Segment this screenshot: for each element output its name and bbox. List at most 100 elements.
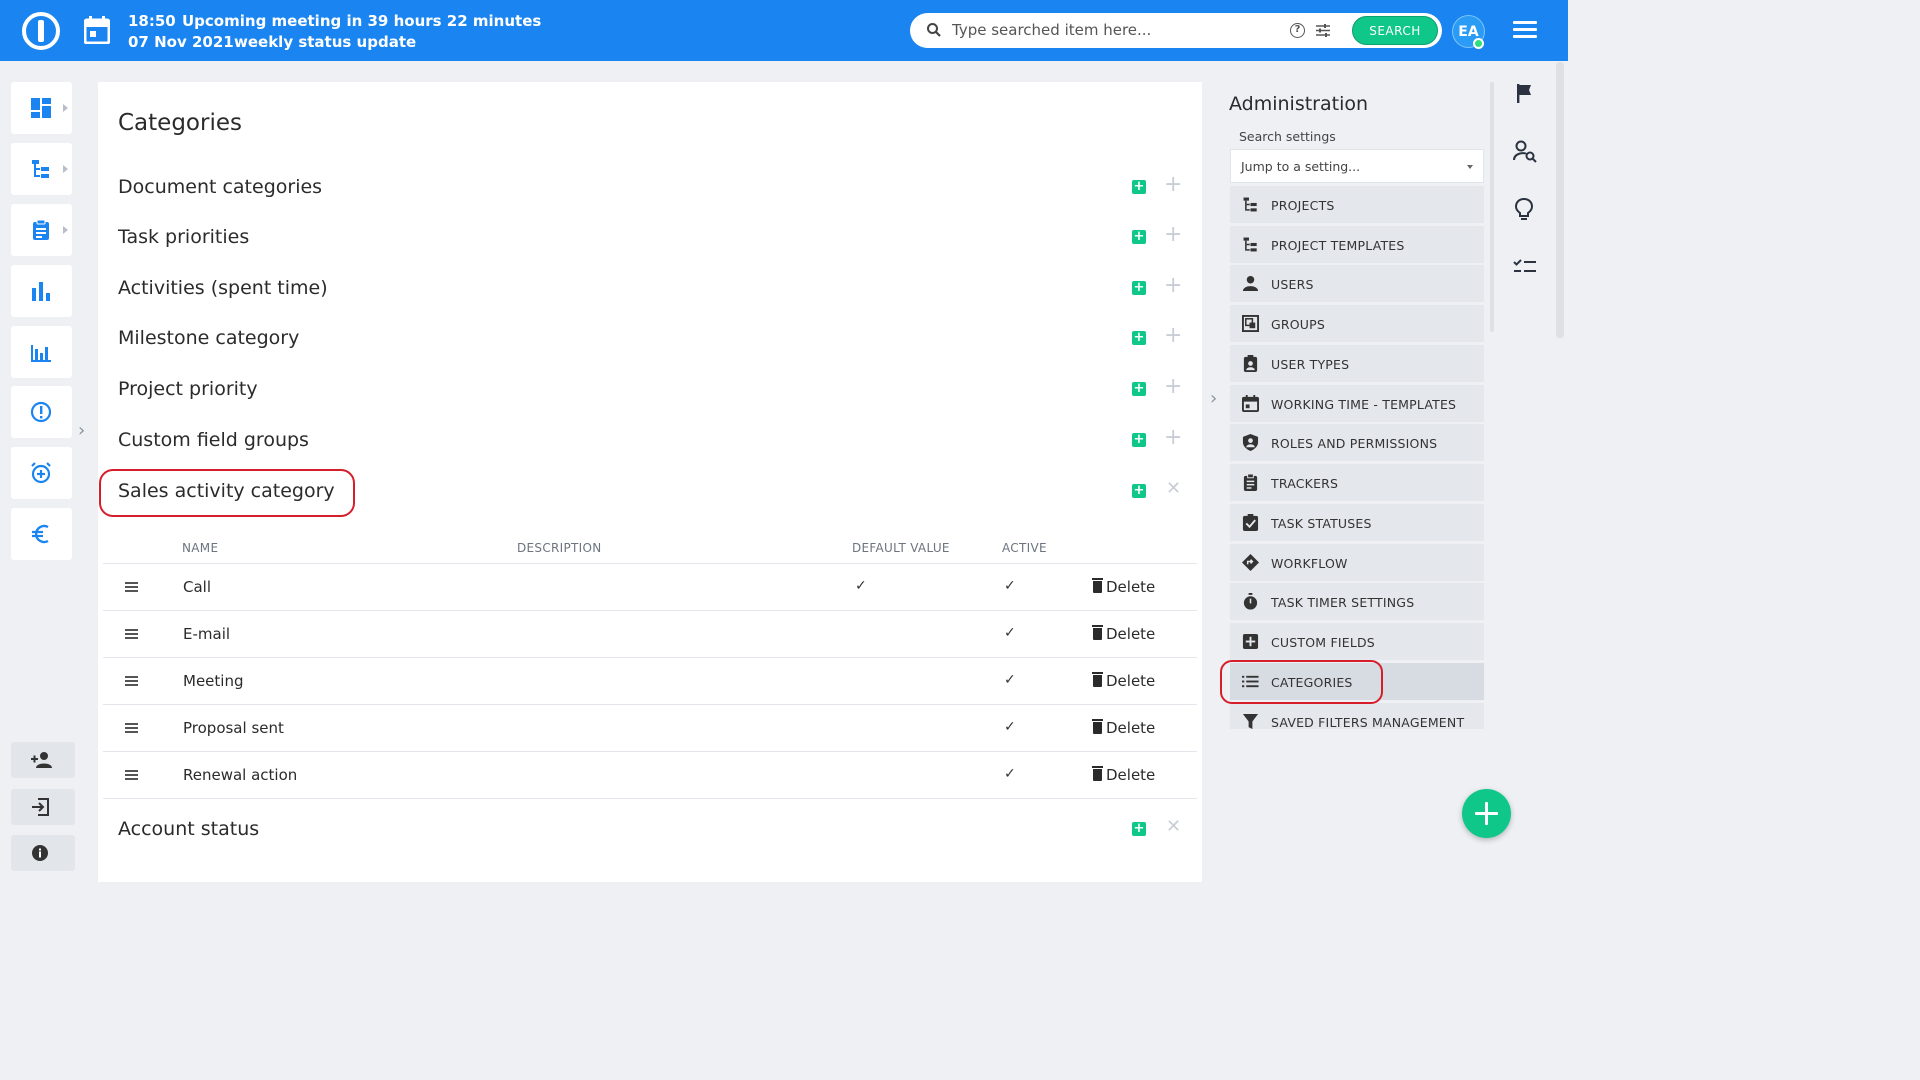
sidebar-reports[interactable]	[11, 326, 72, 378]
admin-panel-toggle-icon[interactable]: ›	[1210, 388, 1217, 409]
drag-handle-icon[interactable]	[125, 582, 138, 592]
admin-item-project-templates[interactable]: PROJECT TEMPLATES	[1230, 226, 1484, 263]
admin-item-custom-fields[interactable]: CUSTOM FIELDS	[1230, 623, 1484, 660]
category-activities: Activities (spent time) + +	[118, 269, 1184, 309]
search-button[interactable]: SEARCH	[1352, 16, 1438, 45]
category-label[interactable]: Activities (spent time)	[118, 277, 328, 299]
add-value-icon[interactable]: +	[1132, 180, 1146, 194]
sidebar-finance[interactable]	[11, 508, 72, 560]
add-value-icon[interactable]: +	[1132, 230, 1146, 244]
admin-item-user-types[interactable]: USER TYPES	[1230, 345, 1484, 382]
admin-item-groups[interactable]: GROUPS	[1230, 305, 1484, 342]
main-menu-icon[interactable]	[1513, 21, 1537, 39]
calendar-icon[interactable]	[84, 16, 110, 44]
sidebar-toggle-icon[interactable]: ›	[78, 420, 85, 441]
expand-plus-icon[interactable]: +	[1164, 425, 1182, 450]
table-header-cut	[103, 875, 1197, 882]
user-badge-icon	[1243, 355, 1258, 372]
drag-handle-icon[interactable]	[125, 629, 138, 639]
meeting-name[interactable]: weekly status update	[234, 33, 416, 51]
active-check-icon: ✓	[1004, 625, 1016, 641]
search-input[interactable]	[952, 19, 1272, 41]
delete-button[interactable]: Delete	[1092, 719, 1155, 737]
help-icon[interactable]: ?	[1290, 23, 1305, 38]
tasks-icon	[33, 219, 49, 240]
category-label[interactable]: Document categories	[118, 176, 322, 198]
invite-user-button[interactable]	[11, 742, 75, 778]
admin-item-users[interactable]: USERS	[1230, 265, 1484, 302]
expand-plus-icon[interactable]: +	[1164, 273, 1182, 298]
sidebar-projects[interactable]	[11, 143, 72, 195]
value-name[interactable]: Meeting	[183, 672, 243, 690]
expand-plus-icon[interactable]: +	[1164, 172, 1182, 197]
add-value-icon[interactable]: +	[1132, 382, 1146, 396]
annotation-highlight	[99, 469, 355, 517]
category-label[interactable]: Task priorities	[118, 226, 249, 248]
expand-plus-icon[interactable]: +	[1164, 222, 1182, 247]
trash-icon	[1092, 672, 1103, 687]
admin-item-working-time[interactable]: WORKING TIME - TEMPLATES	[1230, 385, 1484, 422]
add-value-icon[interactable]: +	[1132, 281, 1146, 295]
collapse-close-icon[interactable]: ✕	[1166, 816, 1181, 837]
admin-item-workflow[interactable]: WORKFLOW	[1230, 544, 1484, 581]
category-label[interactable]: Account status	[118, 818, 259, 840]
admin-item-saved-filters[interactable]: SAVED FILTERS MANAGEMENT	[1230, 703, 1484, 729]
user-search-icon[interactable]	[1513, 140, 1537, 164]
value-name[interactable]: Renewal action	[183, 766, 297, 784]
admin-item-roles-permissions[interactable]: ROLES AND PERMISSIONS	[1230, 424, 1484, 461]
add-value-icon[interactable]: +	[1132, 331, 1146, 345]
admin-item-task-statuses[interactable]: TASK STATUSES	[1230, 504, 1484, 541]
admin-item-projects[interactable]: PROJECTS	[1230, 186, 1484, 223]
expand-plus-icon[interactable]: +	[1164, 374, 1182, 399]
admin-title: Administration	[1229, 93, 1369, 115]
sidebar-alerts[interactable]	[11, 386, 72, 438]
search-settings-label: Search settings	[1239, 129, 1336, 144]
value-name[interactable]: Proposal sent	[183, 719, 284, 737]
filter-settings-icon[interactable]	[1315, 23, 1331, 38]
category-label[interactable]: Custom field groups	[118, 429, 309, 451]
table-row: Proposal sent ✓ Delete	[103, 705, 1197, 752]
expand-arrow-icon	[63, 104, 68, 112]
delete-button[interactable]: Delete	[1092, 766, 1155, 784]
category-label[interactable]: Milestone category	[118, 327, 299, 349]
collapse-close-icon[interactable]: ✕	[1166, 478, 1181, 499]
quick-add-button[interactable]	[1462, 789, 1511, 838]
value-name[interactable]: E-mail	[183, 625, 230, 643]
value-name[interactable]: Call	[183, 578, 211, 596]
page-scrollbar[interactable]	[1556, 62, 1564, 338]
app-logo-icon[interactable]	[22, 12, 60, 50]
project-tree-icon	[1243, 237, 1257, 252]
sidebar-tasks[interactable]	[11, 204, 72, 256]
info-icon	[32, 845, 48, 861]
info-button[interactable]	[11, 835, 75, 871]
table-row: Meeting ✓ Delete	[103, 658, 1197, 705]
default-check-icon: ✓	[855, 578, 867, 594]
checklist-icon[interactable]	[1513, 258, 1537, 280]
expand-plus-icon[interactable]: +	[1164, 323, 1182, 348]
admin-item-trackers[interactable]: TRACKERS	[1230, 464, 1484, 501]
logout-button[interactable]	[11, 789, 75, 825]
drag-handle-icon[interactable]	[125, 676, 138, 686]
drag-handle-icon[interactable]	[125, 723, 138, 733]
online-status-dot	[1473, 38, 1484, 49]
admin-scrollbar[interactable]	[1490, 82, 1494, 332]
flag-icon[interactable]	[1513, 82, 1535, 104]
delete-button[interactable]: Delete	[1092, 578, 1155, 596]
category-label[interactable]: Project priority	[118, 378, 258, 400]
add-value-icon[interactable]: +	[1132, 433, 1146, 447]
add-value-icon[interactable]: +	[1132, 484, 1146, 498]
trash-icon	[1092, 625, 1103, 640]
sidebar-statistics[interactable]	[11, 265, 72, 317]
upcoming-meeting-link[interactable]: Upcoming meeting in 39 hours 22 minutes	[182, 12, 541, 30]
delete-button[interactable]: Delete	[1092, 672, 1155, 690]
drag-handle-icon[interactable]	[125, 770, 138, 780]
sidebar-dashboard[interactable]	[11, 82, 72, 134]
delete-button[interactable]: Delete	[1092, 625, 1155, 643]
admin-item-task-timer[interactable]: TASK TIMER SETTINGS	[1230, 583, 1484, 620]
add-value-icon[interactable]: +	[1132, 822, 1146, 836]
jump-to-setting-select[interactable]: Jump to a setting...	[1230, 149, 1484, 183]
lightbulb-icon[interactable]	[1513, 197, 1535, 221]
sidebar-reminders[interactable]	[11, 447, 72, 499]
trash-icon	[1092, 719, 1103, 734]
shield-user-icon	[1242, 434, 1259, 451]
